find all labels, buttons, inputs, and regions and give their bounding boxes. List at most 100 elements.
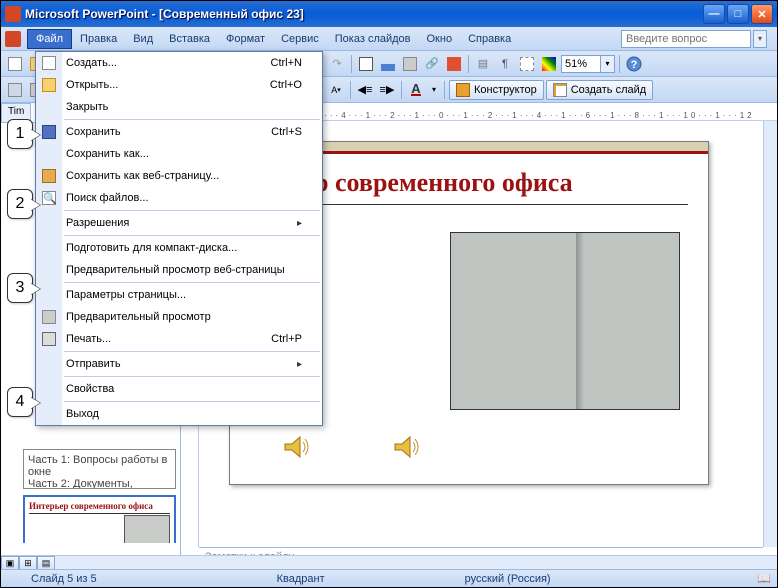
menu-edit[interactable]: Правка xyxy=(72,30,125,48)
menu-separator xyxy=(64,119,320,120)
menu-separator xyxy=(64,210,320,211)
svg-text:?: ? xyxy=(631,59,638,71)
menu-item-open[interactable]: Открыть...Ctrl+O xyxy=(36,74,322,96)
redo-button[interactable]: ↷ xyxy=(327,54,347,74)
callout-1: 1 xyxy=(7,119,33,149)
slideshow-view-button[interactable]: ▤ xyxy=(37,556,55,570)
menubar: Файл Правка Вид Вставка Формат Сервис По… xyxy=(1,27,777,51)
toolbar-separator xyxy=(619,55,620,73)
status-language: русский (Россия) xyxy=(435,573,581,585)
slide-photo[interactable] xyxy=(450,232,680,410)
toolbar-separator xyxy=(350,81,351,99)
sound-icon-1[interactable] xyxy=(280,432,310,462)
file-menu-dropdown: Создать...Ctrl+N Открыть...Ctrl+O Закрыт… xyxy=(35,51,323,426)
scrollbar-horizontal[interactable] xyxy=(55,556,777,569)
menu-separator xyxy=(64,376,320,377)
help-search-input[interactable] xyxy=(621,30,751,48)
status-layout: Квадрант xyxy=(247,573,355,585)
menu-item-preview[interactable]: Предварительный просмотр xyxy=(36,306,322,328)
open-icon xyxy=(41,77,57,93)
grid-toggle-button[interactable] xyxy=(517,54,537,74)
help-button[interactable]: ? xyxy=(624,54,644,74)
menu-insert[interactable]: Вставка xyxy=(161,30,218,48)
toolbar-separator xyxy=(468,55,469,73)
insert-table-button[interactable] xyxy=(356,54,376,74)
menu-item-search-files[interactable]: 🔍Поиск файлов... xyxy=(36,187,322,209)
normal-view-button[interactable]: ▣ xyxy=(1,556,19,570)
menu-item-send[interactable]: Отправить▸ xyxy=(36,353,322,375)
menu-separator xyxy=(64,235,320,236)
designer-button[interactable]: Конструктор xyxy=(449,80,544,100)
new-slide-button[interactable]: Создать слайд xyxy=(546,80,653,100)
font-color-dropdown[interactable]: ▾ xyxy=(428,80,440,100)
menu-item-web-preview[interactable]: Предварительный просмотр веб-страницы xyxy=(36,259,322,281)
menu-item-save-as[interactable]: Сохранить как... xyxy=(36,143,322,165)
menu-help[interactable]: Справка xyxy=(460,30,519,48)
view-bar: ▣ ⊞ ▤ xyxy=(1,555,777,569)
callout-3: 3 xyxy=(7,273,33,303)
menu-format[interactable]: Формат xyxy=(218,30,273,48)
menu-item-pack-cd[interactable]: Подготовить для компакт-диска... xyxy=(36,237,322,259)
review-button[interactable] xyxy=(444,54,464,74)
scrollbar-vertical[interactable] xyxy=(763,121,777,547)
insert-hyperlink-button[interactable]: 🔗 xyxy=(422,54,442,74)
callout-4: 4 xyxy=(7,387,33,417)
indent-decrease-button[interactable]: ◀≡ xyxy=(355,80,375,100)
insert-grid-button[interactable] xyxy=(400,54,420,74)
close-button[interactable]: ✕ xyxy=(751,4,773,24)
titlebar: Microsoft PowerPoint - [Современный офис… xyxy=(1,1,777,27)
app-icon xyxy=(5,6,21,22)
status-slide-number: Слайд 5 из 5 xyxy=(1,573,127,585)
paste-special-button[interactable] xyxy=(5,80,25,100)
status-book-icon[interactable]: 📖 xyxy=(757,572,771,585)
menu-item-page-setup[interactable]: Параметры страницы... xyxy=(36,284,322,306)
menu-view[interactable]: Вид xyxy=(125,30,161,48)
menu-item-save-web[interactable]: Сохранить как веб-страницу... xyxy=(36,165,322,187)
toolbar-separator xyxy=(444,81,445,99)
doc-icon xyxy=(5,31,21,47)
menu-separator xyxy=(64,351,320,352)
show-format-button[interactable]: ¶ xyxy=(495,54,515,74)
new-doc-button[interactable] xyxy=(5,54,25,74)
submenu-arrow-icon: ▸ xyxy=(297,218,302,229)
slide-thumbnail-4[interactable]: Часть 1: Вопросы работы в окнеЧасть 2: Д… xyxy=(23,449,176,489)
submenu-arrow-icon: ▸ xyxy=(297,359,302,370)
menu-item-properties[interactable]: Свойства xyxy=(36,378,322,400)
menu-service[interactable]: Сервис xyxy=(273,30,327,48)
indent-increase-button[interactable]: ≡▶ xyxy=(377,80,397,100)
help-search-dropdown[interactable]: ▾ xyxy=(753,30,767,48)
menu-item-close[interactable]: Закрыть xyxy=(36,96,322,118)
slide-thumbnail-5[interactable]: Интерьер современного офиса xyxy=(23,495,176,543)
zoom-input[interactable] xyxy=(561,55,601,73)
menu-item-permissions[interactable]: Разрешения▸ xyxy=(36,212,322,234)
expand-button[interactable]: ▤ xyxy=(473,54,493,74)
toolbar-separator xyxy=(401,81,402,99)
insert-chart-button[interactable] xyxy=(378,54,398,74)
new-slide-icon xyxy=(553,83,567,97)
sound-icon-2[interactable] xyxy=(390,432,420,462)
maximize-button[interactable]: □ xyxy=(727,4,749,24)
font-decrease-button[interactable]: A▾ xyxy=(326,80,346,100)
menu-separator xyxy=(64,401,320,402)
menu-slideshow[interactable]: Показ слайдов xyxy=(327,30,419,48)
minimize-button[interactable]: — xyxy=(703,4,725,24)
print-icon xyxy=(41,331,57,347)
save-web-icon xyxy=(41,168,57,184)
menu-window[interactable]: Окно xyxy=(419,30,461,48)
font-color-button[interactable]: A xyxy=(406,80,426,100)
statusbar: Слайд 5 из 5 Квадрант русский (Россия) 📖 xyxy=(1,569,777,587)
help-icon: ? xyxy=(626,56,642,72)
color-button[interactable] xyxy=(539,54,559,74)
zoom-dropdown[interactable]: ▾ xyxy=(601,55,615,73)
callout-2: 2 xyxy=(7,189,33,219)
designer-icon xyxy=(456,83,470,97)
menu-file[interactable]: Файл xyxy=(27,29,72,49)
menu-item-exit[interactable]: Выход xyxy=(36,403,322,425)
menu-item-new[interactable]: Создать...Ctrl+N xyxy=(36,52,322,74)
menu-item-save[interactable]: СохранитьCtrl+S xyxy=(36,121,322,143)
menu-item-print[interactable]: Печать...Ctrl+P xyxy=(36,328,322,350)
new-icon xyxy=(41,55,57,71)
window-title: Microsoft PowerPoint - [Современный офис… xyxy=(25,7,703,21)
sorter-view-button[interactable]: ⊞ xyxy=(19,556,37,570)
toolbar-separator xyxy=(351,55,352,73)
